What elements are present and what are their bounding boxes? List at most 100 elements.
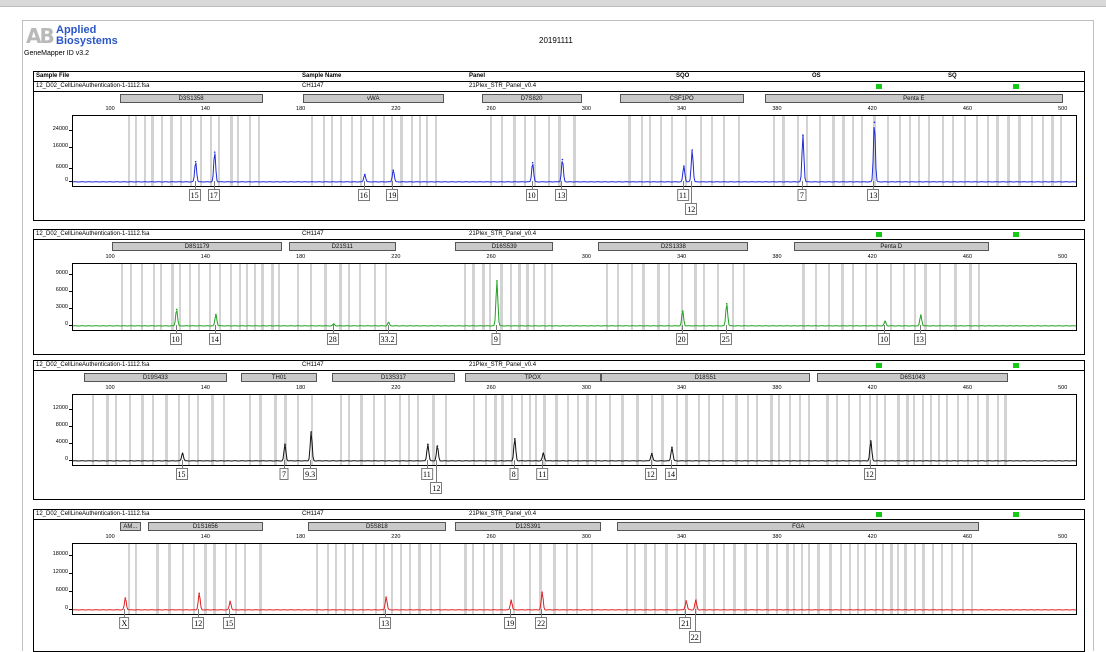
allele-call-label[interactable]: 8 <box>509 468 519 480</box>
allele-call-label[interactable]: 15 <box>188 189 201 201</box>
bp-tick-label: 420 <box>867 385 877 391</box>
bp-tick-label: 220 <box>391 254 401 260</box>
peak-apex-mark <box>175 308 178 311</box>
locus-d5s818[interactable]: D5S818 <box>307 522 446 531</box>
allele-call-label[interactable]: 15 <box>175 468 188 480</box>
bp-tick-label: 220 <box>391 106 401 112</box>
allele-leader-line <box>919 325 921 333</box>
allele-call-label[interactable]: 7 <box>279 468 289 480</box>
locus-d2s1338[interactable]: D2S1338 <box>598 242 749 251</box>
bp-tick-label: 380 <box>772 106 782 112</box>
locus-d12s391[interactable]: D12S391 <box>455 522 601 531</box>
bp-tick-label: 100 <box>105 385 115 391</box>
bp-tick-label: 380 <box>772 254 782 260</box>
allele-leader-line <box>426 460 428 468</box>
allele-call-label[interactable]: 13 <box>379 617 392 629</box>
allele-call-label[interactable]: 12 <box>685 203 698 215</box>
bp-tick-label: 340 <box>677 106 687 112</box>
allele-call-label[interactable]: X <box>119 617 130 629</box>
allele-call-label[interactable]: 13 <box>913 333 926 345</box>
locus-d7s820[interactable]: D7S820 <box>481 94 582 103</box>
bp-tick-label: 180 <box>296 534 306 540</box>
allele-leader-line <box>801 181 803 189</box>
allele-call-label[interactable]: 28 <box>326 333 339 345</box>
allele-call-label[interactable]: 22 <box>535 617 548 629</box>
allele-leader-line <box>670 460 672 468</box>
col-panel: Panel <box>469 73 486 79</box>
allele-call-label[interactable]: 14 <box>664 468 677 480</box>
peak-apex-mark <box>694 599 697 602</box>
allele-call-label[interactable]: 20 <box>675 333 688 345</box>
allele-call-label[interactable]: 9.3 <box>303 468 318 480</box>
locus-th01[interactable]: TH01 <box>241 373 318 382</box>
bp-tick-label: 500 <box>1058 106 1068 112</box>
allele-leader-line <box>561 181 563 189</box>
allele-leader-line <box>495 325 497 333</box>
panel-info-row: 12_D02_CellLineAuthentication-1-1112.fsa… <box>34 361 1084 371</box>
allele-leader-line <box>436 460 438 482</box>
locus-penta-d[interactable]: Penta D <box>793 242 989 251</box>
peak-apex-mark <box>392 169 395 172</box>
trace-line <box>73 127 1076 183</box>
locus-csf1po[interactable]: CSF1PO <box>619 94 744 103</box>
allele-call-label[interactable]: 13 <box>867 189 880 201</box>
y-tick-label: 12000 <box>52 404 68 411</box>
locus-d1s1656[interactable]: D1S1656 <box>148 522 263 531</box>
allele-call-label[interactable]: 33.2 <box>378 333 397 345</box>
allele-call-label[interactable]: 21 <box>679 617 692 629</box>
allele-call-label[interactable]: 19 <box>504 617 517 629</box>
allele-leader-line <box>691 181 693 203</box>
dye-panel-blue: 12_D02_CellLineAuthentication-1-1112.fsa… <box>33 81 1085 221</box>
locus-penta-e[interactable]: Penta E <box>765 94 1063 103</box>
allele-leader-line <box>283 460 285 468</box>
panel-info-row: 12_D02_CellLineAuthentication-1-1112.fsa… <box>34 82 1084 92</box>
locus-d8s1179[interactable]: D8S1179 <box>112 242 282 251</box>
allele-call-label[interactable]: 7 <box>797 189 807 201</box>
peak-apex-mark <box>213 151 216 153</box>
bp-tick-label: 100 <box>105 534 115 540</box>
bp-tick-label: 380 <box>772 534 782 540</box>
bp-tick-label: 260 <box>486 385 496 391</box>
allele-call-label[interactable]: 13 <box>555 189 568 201</box>
allele-call-label[interactable]: 19 <box>386 189 399 201</box>
allele-call-label[interactable]: 9 <box>491 333 501 345</box>
allele-call-label[interactable]: 12 <box>863 468 876 480</box>
allele-call-label[interactable]: 12 <box>192 617 205 629</box>
allele-call-label[interactable]: 16 <box>357 189 370 201</box>
locus-d19s433[interactable]: D19S433 <box>83 373 227 382</box>
dye-panel-red: 12_D02_CellLineAuthentication-1-1112.fsa… <box>33 509 1085 652</box>
locus-fga[interactable]: FGA <box>617 522 980 531</box>
peak-plot-area <box>72 543 1077 615</box>
allele-call-label[interactable]: 11 <box>536 468 549 480</box>
col-sqo: SQO <box>676 73 690 79</box>
bp-tick-label: 260 <box>486 254 496 260</box>
bp-tick-label: 420 <box>867 106 877 112</box>
locus-d3s1358[interactable]: D3S1358 <box>119 94 263 103</box>
allele-call-label[interactable]: 15 <box>223 617 236 629</box>
allele-call-label[interactable]: 12 <box>430 482 443 494</box>
allele-call-label[interactable]: 10 <box>525 189 538 201</box>
peak-apex-mark <box>387 321 390 324</box>
locus-tpox[interactable]: TPOX <box>464 373 601 382</box>
locus-d13s317[interactable]: D13S317 <box>331 373 456 382</box>
allele-call-label[interactable]: 25 <box>719 333 732 345</box>
y-tick-label: 16000 <box>52 142 68 149</box>
bp-tick-label: 340 <box>677 385 687 391</box>
bp-tick-label: 380 <box>772 385 782 391</box>
locus-d16s539[interactable]: D16S539 <box>455 242 554 251</box>
allele-call-label[interactable]: 17 <box>207 189 220 201</box>
allele-call-label[interactable]: 11 <box>420 468 433 480</box>
peak-apex-mark <box>691 149 693 151</box>
allele-call-label[interactable]: 10 <box>169 333 182 345</box>
allele-leader-line <box>229 609 231 617</box>
locus-d18s51[interactable]: D18S51 <box>600 373 811 382</box>
locus-d6s1043[interactable]: D6S1043 <box>817 373 1008 382</box>
locus-am-[interactable]: AM... <box>119 522 142 531</box>
allele-call-label[interactable]: 11 <box>676 189 689 201</box>
locus-vwa[interactable]: vWA <box>303 94 444 103</box>
allele-call-label[interactable]: 12 <box>644 468 657 480</box>
locus-d21s11[interactable]: D21S11 <box>288 242 396 251</box>
allele-call-label[interactable]: 14 <box>208 333 221 345</box>
allele-call-label[interactable]: 22 <box>688 631 701 643</box>
allele-call-label[interactable]: 10 <box>878 333 891 345</box>
